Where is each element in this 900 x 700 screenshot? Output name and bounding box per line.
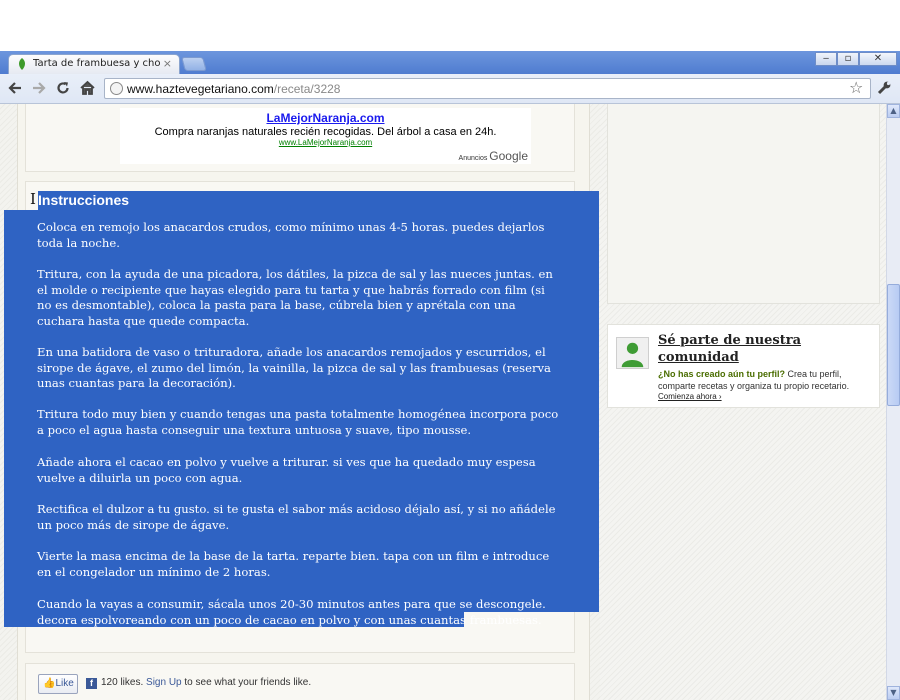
ad-attribution: Anuncios Google <box>459 149 528 163</box>
tab-close-icon[interactable]: × <box>163 57 172 70</box>
like-count: 120 likes. <box>101 677 144 688</box>
wrench-icon[interactable] <box>877 80 892 95</box>
google-ad[interactable]: LaMejorNaranja.com Compra naranjas natur… <box>120 108 531 164</box>
bookmark-star-icon[interactable]: ☆ <box>849 78 863 97</box>
vertical-scrollbar[interactable]: ▲ ▼ <box>886 104 900 700</box>
scrollbar-thumb[interactable] <box>887 284 900 406</box>
text-cursor-icon: I <box>30 190 36 208</box>
instruction-step: Cuando la vayas a consumir, sácala unos … <box>37 597 546 627</box>
reload-icon[interactable] <box>56 81 70 95</box>
instruction-step: En una batidora de vaso o trituradora, a… <box>37 345 551 390</box>
tab-title: Tarta de frambuesa y chocolat <box>33 58 161 69</box>
scroll-down-arrow-icon[interactable]: ▼ <box>887 686 900 700</box>
address-bar[interactable]: www.haztevegetariano.com/receta/3228 <box>104 78 871 99</box>
facebook-like-button[interactable]: 👍Like <box>38 674 78 694</box>
leaf-favicon-icon <box>19 58 25 70</box>
google-logo: Google <box>489 149 528 163</box>
desktop-blank-area <box>0 0 900 51</box>
like-button-label: Like <box>55 678 74 689</box>
sign-up-link[interactable]: Sign Up <box>146 677 182 688</box>
community-question: ¿No has creado aún tu perfil? <box>658 369 786 379</box>
ad-container: LaMejorNaranja.com Compra naranjas natur… <box>25 104 575 172</box>
sidebar-ad-slot <box>607 104 880 304</box>
facebook-like-bar: 👍Like f 120 likes. Sign Up to see what y… <box>25 663 575 700</box>
instruction-step: Añade ahora el cacao en polvo y vuelve a… <box>37 455 536 485</box>
globe-icon <box>110 82 123 95</box>
url-path: /receta/3228 <box>273 82 341 96</box>
browser-tab[interactable]: Tarta de frambuesa y chocolat × <box>8 54 180 74</box>
community-promo: Sé parte de nuestra comunidad ¿No has cr… <box>607 324 880 408</box>
instruction-step: Vierte la masa encima de la base de la t… <box>37 549 550 579</box>
forward-icon[interactable] <box>32 81 46 95</box>
community-text: ¿No has creado aún tu perfil? Crea tu pe… <box>658 368 873 392</box>
community-title[interactable]: Sé parte de nuestra comunidad <box>658 332 858 366</box>
back-icon[interactable] <box>8 81 22 95</box>
instruction-step: Rectifica el dulzor a tu gusto. si te gu… <box>37 502 556 532</box>
url-text: www.haztevegetariano.com/receta/3228 <box>127 82 340 96</box>
new-tab-button[interactable] <box>181 57 207 71</box>
instruction-step: Tritura, con la ayuda de una picadora, l… <box>37 267 553 328</box>
user-avatar-icon <box>616 337 649 369</box>
url-host: www.haztevegetariano.com <box>127 82 274 96</box>
like-count-text: 120 likes. Sign Up to see what your frie… <box>101 677 311 688</box>
close-window-button[interactable]: ✕ <box>859 52 897 66</box>
instruction-step: Coloca en remojo los anacardos crudos, c… <box>37 220 545 250</box>
ad-url-link[interactable]: www.LaMejorNaranja.com <box>120 138 531 147</box>
minimize-button[interactable]: ‒ <box>815 52 837 66</box>
page-viewport: LaMejorNaranja.com Compra naranjas natur… <box>0 104 886 700</box>
maximize-button[interactable]: ▫ <box>837 52 859 66</box>
ad-description: Compra naranjas naturales recién recogid… <box>154 126 497 138</box>
instruction-step: Tritura todo muy bien y cuando tengas un… <box>37 407 559 437</box>
home-icon[interactable] <box>80 80 95 95</box>
scroll-up-arrow-icon[interactable]: ▲ <box>887 104 900 118</box>
ad-attribution-prefix: Anuncios <box>458 155 488 162</box>
like-suffix: to see what your friends like. <box>184 677 312 688</box>
ad-title-link[interactable]: LaMejorNaranja.com <box>120 111 531 125</box>
facebook-icon: f <box>86 678 97 689</box>
start-now-link[interactable]: Comienza ahora › <box>658 392 722 401</box>
instructions-heading: Instrucciones <box>38 192 130 208</box>
